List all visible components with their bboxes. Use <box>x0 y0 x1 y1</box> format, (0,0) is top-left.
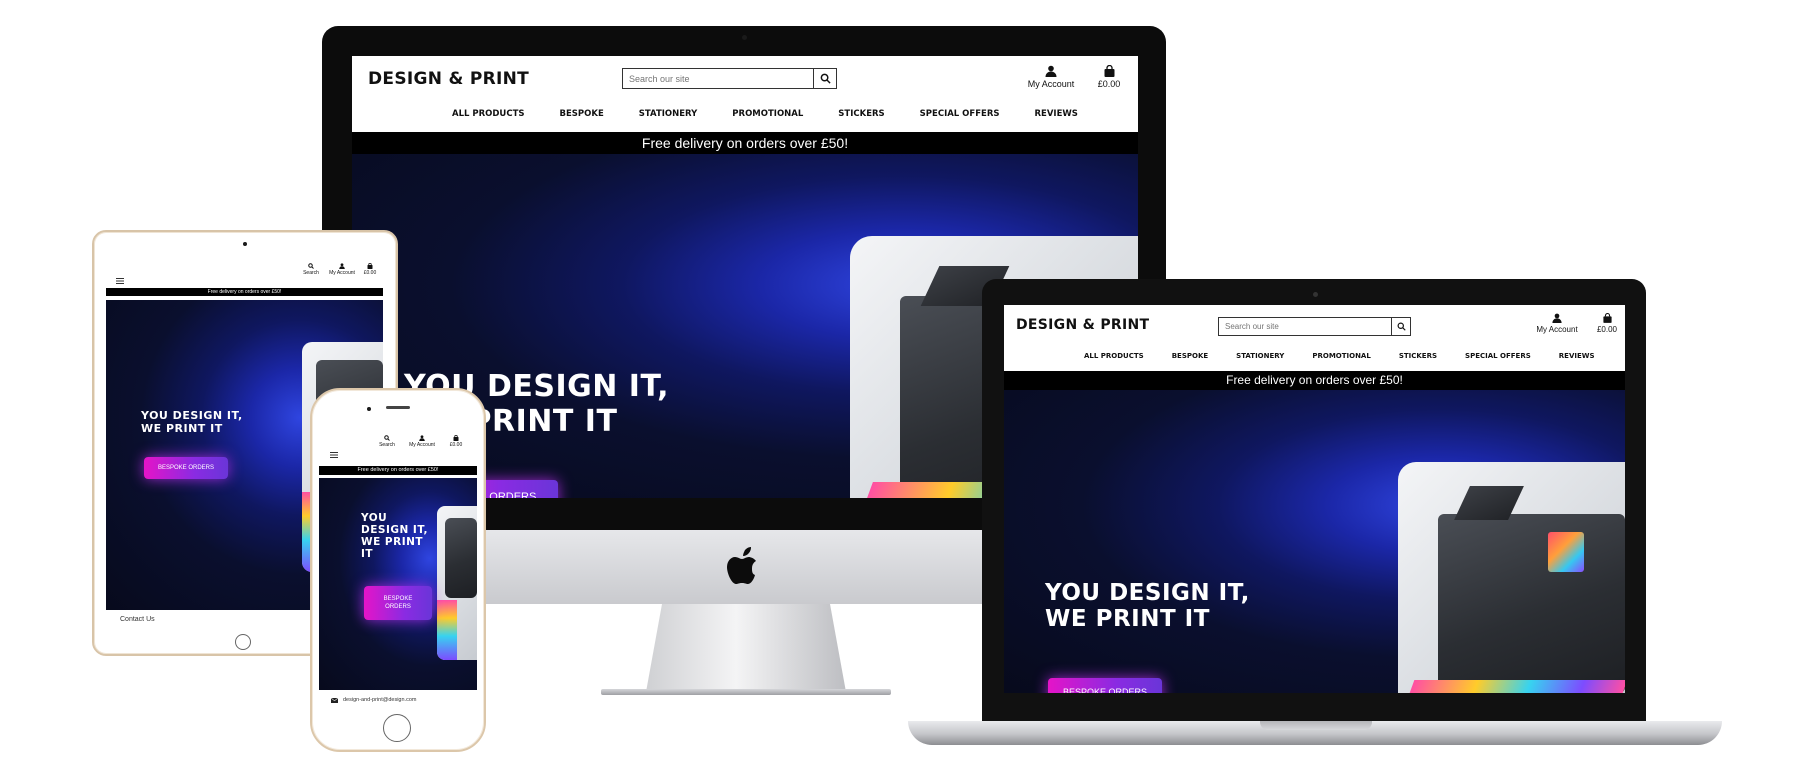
email-icon <box>331 697 338 703</box>
iphone-camera <box>367 407 371 411</box>
cart-icon <box>1104 65 1114 77</box>
nav-item-stickers[interactable]: STICKERS <box>838 109 884 119</box>
nav-item-special-offers[interactable]: SPECIAL OFFERS <box>920 109 1000 119</box>
cart-total: £0.00 <box>449 442 463 448</box>
search-input[interactable] <box>1218 317 1392 336</box>
search-icon <box>820 73 831 84</box>
hero-section: YOU DESIGN IT, WE PRINT IT BESPOKE ORDER… <box>1004 390 1625 693</box>
iphone-home-button[interactable] <box>383 714 411 742</box>
cart-icon <box>1602 313 1612 323</box>
cart-total: £0.00 <box>363 270 377 276</box>
main-nav: ALL PRODUCTS BESPOKE STATIONERY PROMOTIO… <box>452 109 1078 119</box>
macbook-camera <box>1313 292 1318 297</box>
iphone-screen: Search My Account £0.00 Free delivery on… <box>319 429 477 709</box>
hero-title: YOU DESIGN IT, WE PRINT IT <box>1045 580 1250 633</box>
search-link[interactable]: Search <box>374 435 400 448</box>
bespoke-orders-button[interactable]: BESPOKE ORDERS <box>364 586 432 620</box>
imac-camera <box>742 35 747 40</box>
bespoke-orders-button[interactable]: BESPOKE ORDERS <box>1048 678 1162 693</box>
macbook-notch <box>1260 721 1372 730</box>
cart-link[interactable]: £0.00 <box>1594 313 1620 334</box>
apple-logo-icon <box>726 546 764 588</box>
account-icon <box>1552 313 1562 323</box>
nav-item-special-offers[interactable]: SPECIAL OFFERS <box>1465 352 1531 360</box>
account-label: My Account <box>1027 79 1075 89</box>
ipad-home-button[interactable] <box>235 634 251 650</box>
nav-item-bespoke[interactable]: BESPOKE <box>1172 352 1208 360</box>
nav-item-stickers[interactable]: STICKERS <box>1399 352 1437 360</box>
site-logo[interactable]: DESIGN & PRINT <box>368 69 529 89</box>
nav-item-all-products[interactable]: ALL PRODUCTS <box>452 109 525 119</box>
promo-banner: Free delivery on orders over £50! <box>1004 371 1625 390</box>
cart-link[interactable]: £0.00 <box>360 263 380 276</box>
nav-item-all-products[interactable]: ALL PRODUCTS <box>1084 352 1144 360</box>
ipad-camera <box>243 242 247 246</box>
nav-item-promotional[interactable]: PROMOTIONAL <box>1312 352 1370 360</box>
imac-stand-base <box>601 689 891 695</box>
search-icon <box>1397 322 1406 331</box>
nav-item-stationery[interactable]: STATIONERY <box>1236 352 1284 360</box>
cart-total: £0.00 <box>1596 325 1618 334</box>
search-button[interactable] <box>1391 317 1411 336</box>
hero-section: YOU DESIGN IT, WE PRINT IT BESPOKE ORDER… <box>319 478 477 690</box>
hero-title: YOU DESIGN IT, WE PRINT IT <box>141 409 243 435</box>
search-icon <box>384 435 390 441</box>
site-logo[interactable]: DESIGN & PRINT <box>1016 317 1149 333</box>
search-label: Search <box>379 442 395 448</box>
macbook-screen: DESIGN & PRINT My Account £0.00 ALL PROD… <box>1004 305 1625 693</box>
promo-banner: Free delivery on orders over £50! <box>106 288 383 296</box>
account-link[interactable]: My Account <box>404 435 440 448</box>
promo-banner: Free delivery on orders over £50! <box>352 132 1138 154</box>
account-icon <box>419 435 425 441</box>
search-label: Search <box>303 270 319 276</box>
iphone-speaker <box>386 406 410 409</box>
account-label: My Account <box>409 442 435 448</box>
account-link[interactable]: My Account <box>1534 313 1580 334</box>
account-link[interactable]: My Account <box>325 263 359 276</box>
hero-printer-image <box>437 506 477 660</box>
account-icon <box>339 263 345 269</box>
nav-item-bespoke[interactable]: BESPOKE <box>560 109 604 119</box>
cart-icon <box>367 263 373 269</box>
nav-item-reviews[interactable]: REVIEWS <box>1035 109 1078 119</box>
bespoke-orders-button[interactable]: BESPOKE ORDERS <box>144 457 228 479</box>
nav-item-stationery[interactable]: STATIONERY <box>639 109 698 119</box>
main-nav: ALL PRODUCTS BESPOKE STATIONERY PROMOTIO… <box>1084 352 1595 360</box>
hero-printer-image <box>1398 462 1625 693</box>
account-link[interactable]: My Account <box>1024 65 1078 89</box>
search-input[interactable] <box>622 68 814 89</box>
hero-title: YOU DESIGN IT, WE PRINT IT <box>361 512 428 561</box>
search-icon <box>308 263 314 269</box>
footer-email[interactable]: design-and-print@design.com <box>331 697 416 703</box>
promo-banner: Free delivery on orders over £50! <box>319 466 477 475</box>
menu-icon[interactable] <box>116 271 124 284</box>
search-button[interactable] <box>813 68 837 89</box>
account-icon <box>1045 65 1057 77</box>
printer-control-panel <box>1548 532 1584 572</box>
search-link[interactable]: Search <box>298 263 324 276</box>
cart-icon <box>453 435 459 441</box>
menu-icon[interactable] <box>330 445 338 458</box>
account-label: My Account <box>329 270 355 276</box>
imac-stand <box>646 604 846 692</box>
nav-item-reviews[interactable]: REVIEWS <box>1559 352 1595 360</box>
cart-link[interactable]: £0.00 <box>1094 65 1124 89</box>
footer-email-text: design-and-print@design.com <box>343 697 417 703</box>
account-label: My Account <box>1536 325 1578 334</box>
nav-item-promotional[interactable]: PROMOTIONAL <box>732 109 803 119</box>
cart-link[interactable]: £0.00 <box>445 435 467 448</box>
footer-contact[interactable]: Contact Us <box>120 616 155 623</box>
cart-total: £0.00 <box>1097 79 1121 89</box>
